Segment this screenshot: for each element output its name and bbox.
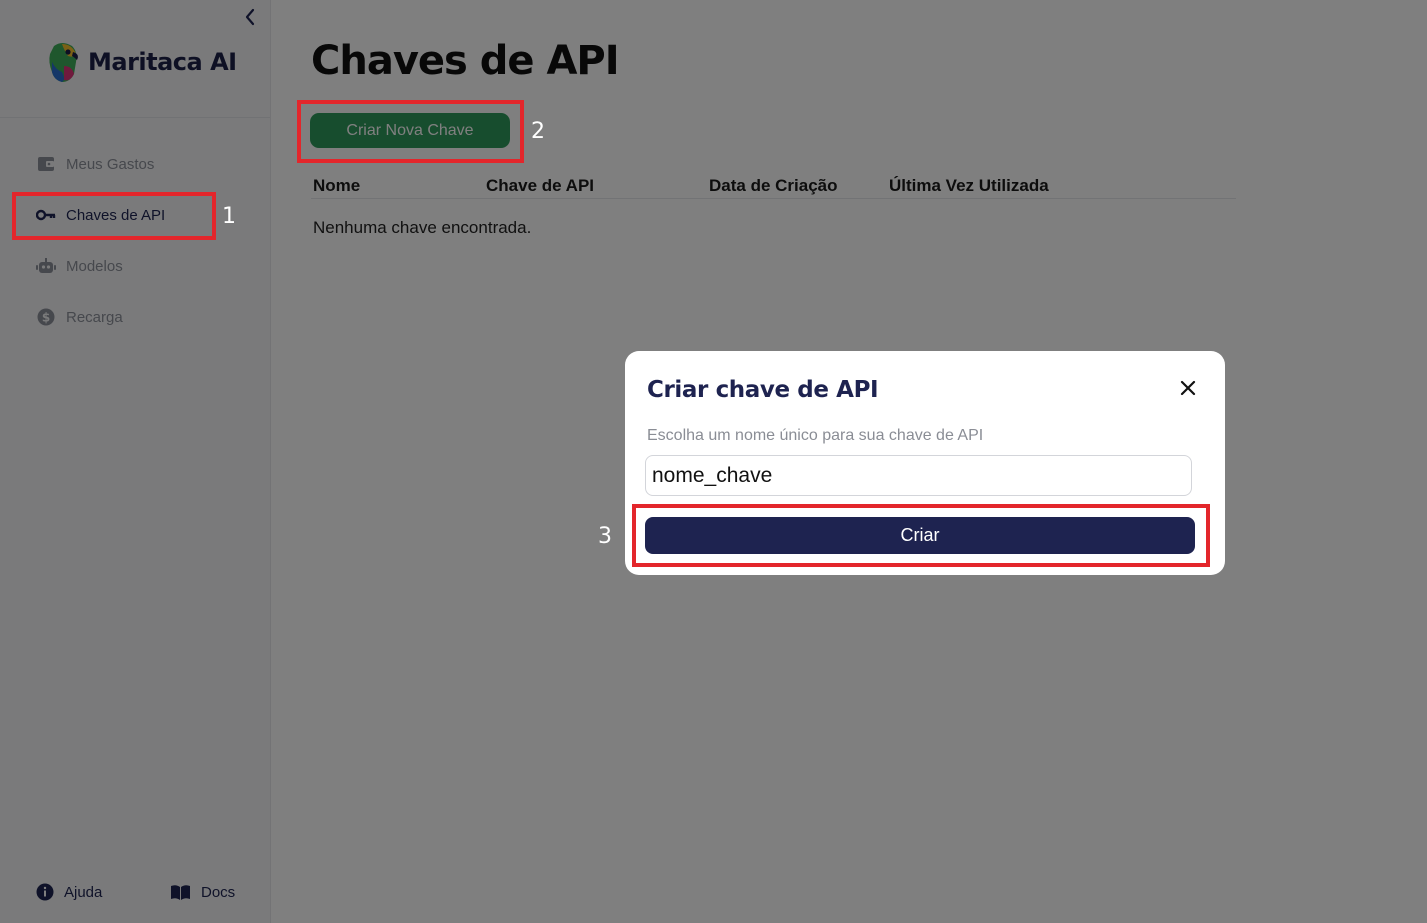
annotation-box-step-2 — [297, 100, 524, 163]
annotation-box-step-1 — [12, 192, 216, 240]
annotation-number-2: 2 — [531, 119, 545, 144]
modal-title: Criar chave de API — [647, 377, 879, 403]
key-name-input[interactable] — [645, 455, 1192, 496]
annotation-box-step-3 — [632, 504, 1210, 567]
annotation-number-3: 3 — [598, 524, 612, 549]
close-icon — [1180, 380, 1196, 396]
annotation-number-1: 1 — [222, 204, 236, 229]
key-name-hint: Escolha um nome único para sua chave de … — [647, 427, 984, 444]
close-modal-button[interactable] — [1177, 377, 1199, 399]
